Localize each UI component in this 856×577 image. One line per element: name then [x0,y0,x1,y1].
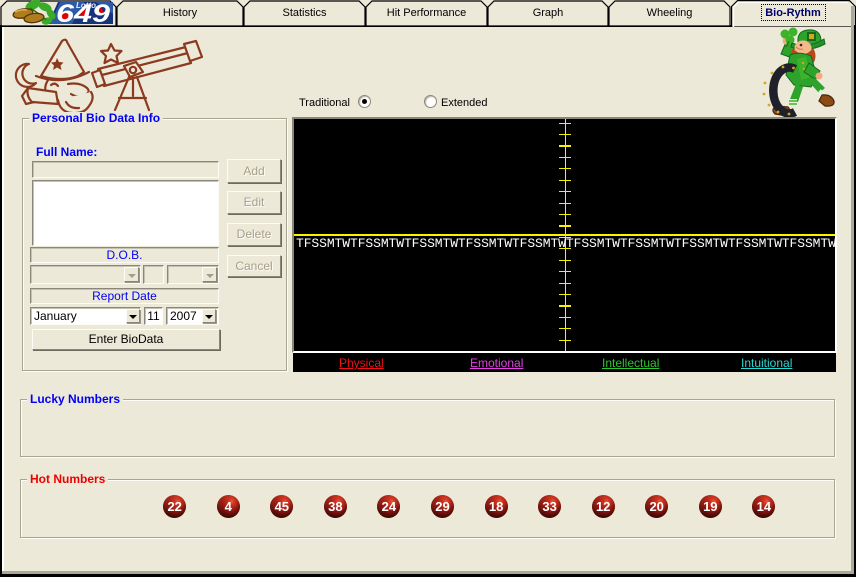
svg-text:649: 649 [56,0,110,27]
